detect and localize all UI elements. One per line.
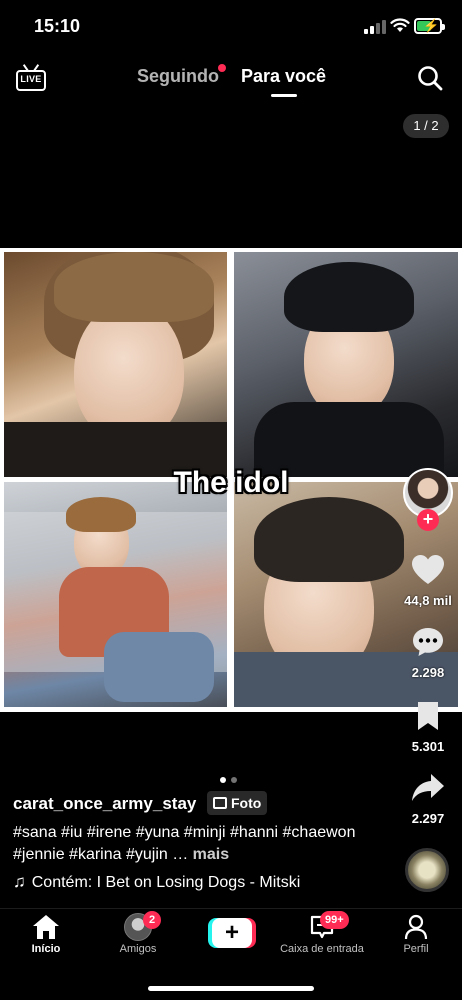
- wifi-icon: [390, 18, 410, 32]
- caption-text: #sana #iu #irene #yuna #minji #hanni #ch…: [13, 824, 356, 863]
- share-arrow-icon: [412, 774, 444, 801]
- share-count: 2.297: [411, 811, 445, 826]
- new-content-dot: [218, 64, 226, 72]
- overlay-caption-text: The idol: [173, 466, 289, 499]
- music-disc-icon[interactable]: [405, 848, 449, 892]
- share-button[interactable]: 2.297: [400, 772, 456, 826]
- comment-button[interactable]: 2.298: [400, 626, 456, 680]
- photo-post-tag[interactable]: Foto: [207, 791, 268, 815]
- friends-badge: 2: [143, 911, 161, 929]
- comment-icon: [413, 628, 443, 656]
- collage-photo-1: [4, 252, 227, 477]
- status-time: 15:10: [34, 16, 81, 36]
- follow-plus-button[interactable]: +: [417, 509, 439, 531]
- nav-inbox-label: Caixa de entrada: [280, 943, 364, 955]
- home-icon: [33, 915, 59, 939]
- nav-friends[interactable]: Amigos 2: [92, 911, 184, 955]
- bookmark-icon: [418, 702, 438, 730]
- battery-icon: ⚡: [414, 18, 445, 34]
- nav-home[interactable]: Início: [0, 913, 92, 955]
- image-icon: [213, 797, 227, 809]
- slide-indicator: [220, 770, 242, 788]
- music-title: Contém: I Bet on Losing Dogs - Mitski: [31, 874, 301, 891]
- tab-for-you[interactable]: Para você: [241, 66, 326, 87]
- nav-home-label: Início: [31, 943, 61, 955]
- comment-count: 2.298: [411, 665, 445, 680]
- slide-dot-1: [220, 777, 226, 783]
- collage-photo-2: [234, 252, 458, 477]
- home-indicator: [148, 986, 314, 991]
- cellular-signal-icon: [364, 20, 386, 34]
- like-button[interactable]: 44,8 mil: [400, 554, 456, 608]
- profile-icon: [404, 914, 428, 940]
- save-count: 5.301: [411, 739, 445, 754]
- inbox-badge: 99+: [320, 911, 349, 929]
- music-note-icon: ♫: [13, 872, 26, 891]
- post-caption[interactable]: #sana #iu #irene #yuna #minji #hanni #ch…: [13, 822, 393, 866]
- tab-following[interactable]: Seguindo: [137, 66, 219, 87]
- search-icon[interactable]: [416, 64, 444, 92]
- music-info[interactable]: ♫ Contém: I Bet on Losing Dogs - Mitski: [13, 872, 300, 892]
- like-count: 44,8 mil: [404, 593, 452, 608]
- heart-icon: [412, 555, 444, 584]
- nav-profile-label: Perfil: [403, 943, 429, 955]
- nav-profile[interactable]: Perfil: [370, 913, 462, 955]
- save-button[interactable]: 5.301: [400, 700, 456, 754]
- nav-inbox[interactable]: Caixa de entrada 99+: [276, 911, 368, 955]
- slide-dot-2: [231, 777, 237, 783]
- create-button[interactable]: +: [208, 918, 256, 948]
- caption-more-link[interactable]: mais: [193, 846, 229, 863]
- feed-tabs: Seguindo Para você: [0, 64, 462, 97]
- nav-friends-label: Amigos: [119, 943, 157, 955]
- photo-tag-label: Foto: [231, 795, 262, 811]
- status-bar: 15:10 ⚡: [0, 0, 462, 52]
- collage-photo-3: [4, 482, 227, 707]
- create-plus-icon: +: [212, 918, 252, 948]
- active-tab-indicator: [271, 94, 297, 97]
- creator-username[interactable]: carat_once_army_stay: [13, 794, 196, 814]
- slide-counter: 1 / 2: [403, 114, 449, 138]
